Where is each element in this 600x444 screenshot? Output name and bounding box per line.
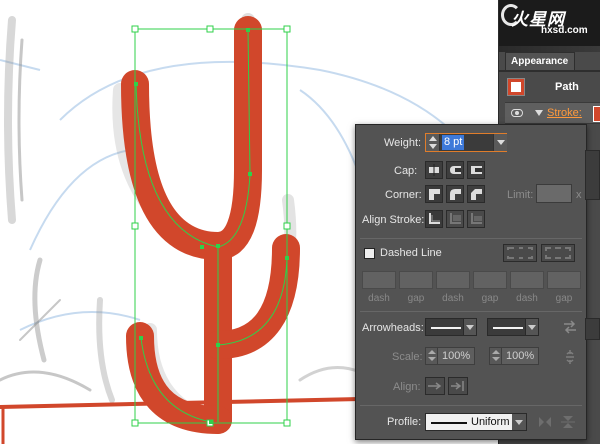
arrowheads-label: Arrowheads:: [362, 322, 424, 334]
end-scale-input[interactable]: 100%: [489, 347, 539, 365]
limit-label: Limit:: [507, 189, 534, 201]
align-stroke-label: Align Stroke:: [362, 214, 425, 226]
stepper-icon[interactable]: [490, 348, 502, 364]
chevron-down-icon[interactable]: [512, 414, 526, 430]
gap-1-input[interactable]: [399, 271, 433, 289]
profile-value: Uniform: [471, 416, 510, 428]
place-arrow-tip-button[interactable]: [448, 377, 468, 395]
dash-2-input[interactable]: [436, 271, 470, 289]
divider: [360, 238, 582, 239]
tab-divider: [499, 70, 600, 72]
weight-input[interactable]: 8 pt: [442, 135, 465, 150]
gap-2-input[interactable]: [473, 271, 507, 289]
chevron-down-icon[interactable]: [525, 319, 538, 335]
end-scale-value: 100%: [506, 350, 535, 362]
align-outside-button[interactable]: [467, 210, 485, 228]
dash-3-input[interactable]: [510, 271, 544, 289]
corner-label: Corner:: [385, 189, 422, 201]
limit-unit: x: [576, 189, 582, 201]
divider: [360, 311, 582, 312]
tab-appearance[interactable]: Appearance: [505, 52, 575, 70]
start-arrowhead-select[interactable]: [425, 318, 477, 336]
appearance-object-row[interactable]: Path: [505, 76, 600, 98]
butt-cap-button[interactable]: [425, 161, 443, 179]
flip-along-icon[interactable]: [537, 414, 553, 430]
stepper-icon[interactable]: [426, 348, 438, 364]
cap-label: Cap:: [394, 165, 418, 177]
weight-label: Weight:: [384, 137, 422, 149]
flip-across-icon[interactable]: [560, 414, 576, 430]
round-join-button[interactable]: [446, 185, 464, 203]
site-logo: 火星网 hxsd.com: [499, 0, 600, 46]
dock-sliver: [585, 318, 600, 340]
align-arrow-label: Align:: [393, 381, 421, 393]
stroke-color-swatch[interactable]: [593, 106, 600, 122]
dash-1-input[interactable]: [362, 271, 396, 289]
gap-label: gap: [555, 293, 573, 304]
weight-stepper[interactable]: [426, 134, 440, 151]
weight-combobox[interactable]: 8 pt: [425, 133, 507, 152]
gap-label: gap: [407, 293, 425, 304]
dash-exact-button[interactable]: [503, 244, 537, 262]
scale-label: Scale:: [392, 351, 423, 363]
dashed-line-checkbox[interactable]: [364, 248, 375, 259]
gap-3-input[interactable]: [547, 271, 581, 289]
dashed-line-label: Dashed Line: [380, 247, 442, 259]
divider: [360, 405, 582, 406]
logo-site: hxsd.com: [541, 25, 588, 36]
limit-input[interactable]: [536, 184, 572, 203]
end-arrowhead-select[interactable]: [487, 318, 539, 336]
profile-label: Profile:: [387, 416, 422, 428]
start-scale-input[interactable]: 100%: [425, 347, 475, 365]
stroke-panel: Weight: 8 pt Cap: Corner: Limit: x Align…: [355, 124, 587, 440]
dash-label: dash: [516, 293, 538, 304]
align-center-button[interactable]: [425, 210, 443, 228]
appearance-stroke-row[interactable]: Stroke:: [505, 102, 600, 124]
stroke-link[interactable]: Stroke:: [547, 107, 582, 119]
chevron-down-icon[interactable]: [463, 319, 476, 335]
dock-sliver: [585, 150, 600, 200]
path-thumbnail: [507, 78, 525, 96]
expand-triangle-icon[interactable]: [535, 110, 543, 116]
start-scale-value: 100%: [442, 350, 471, 362]
visibility-eye-icon[interactable]: [511, 109, 523, 117]
link-scale-icon[interactable]: [563, 349, 577, 365]
projecting-cap-button[interactable]: [467, 161, 485, 179]
dash-label: dash: [368, 293, 390, 304]
bevel-join-button[interactable]: [467, 185, 485, 203]
profile-select[interactable]: Uniform: [425, 413, 527, 431]
swap-arrowheads-icon[interactable]: [562, 320, 578, 334]
weight-dropdown-button[interactable]: [493, 134, 507, 151]
appearance-object-label: Path: [555, 81, 579, 93]
extend-arrow-tip-button[interactable]: [425, 377, 445, 395]
dash-align-corners-button[interactable]: [541, 244, 575, 262]
miter-join-button[interactable]: [425, 185, 443, 203]
align-inside-button[interactable]: [446, 210, 464, 228]
gap-label: gap: [481, 293, 499, 304]
round-cap-button[interactable]: [446, 161, 464, 179]
dash-label: dash: [442, 293, 464, 304]
